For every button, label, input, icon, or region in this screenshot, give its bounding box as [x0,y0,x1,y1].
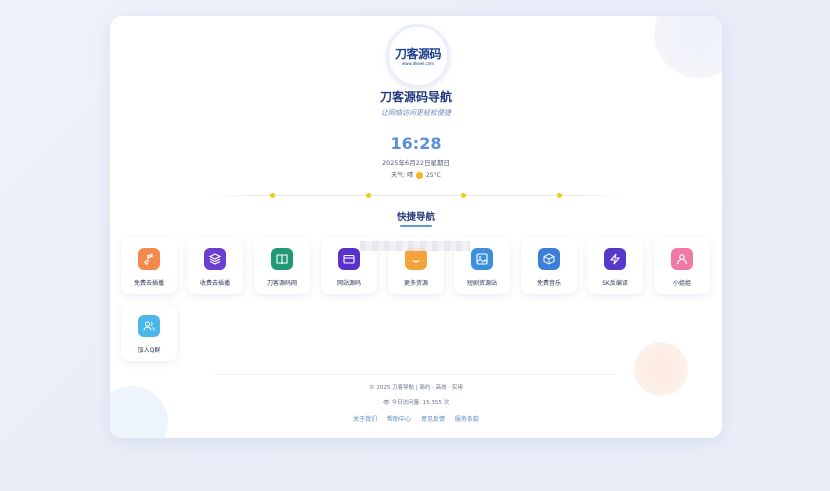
smile-icon [405,248,427,270]
footer-link-terms[interactable]: 服务条款 [455,416,479,423]
logo-text: 刀客源码 [394,47,442,61]
music-note-icon [138,248,160,270]
book-icon [271,248,293,270]
footer-links: 关于我们 帮助中心 意见反馈 服务条款 [110,414,722,423]
clock-time: 16:28 [390,134,442,153]
site-title: 刀客源码导航 [379,90,452,104]
nav-tile[interactable]: 免费去插播 [121,238,177,294]
site-slogan: 让网络访问更轻松便捷 [381,109,451,117]
nav-tile-label: 免费去插播 [133,280,164,287]
nav-tile-label: 网站源码 [336,280,361,287]
section-title-underline [400,225,432,227]
footer-link-feedback[interactable]: 意见反馈 [421,416,445,423]
divider-dot [270,193,275,198]
footer-divider [215,374,615,375]
nav-tile[interactable]: SK反编译 [587,238,643,294]
nav-tile-label: 短剧资源站 [466,280,497,287]
sun-icon [416,172,424,179]
logo-subtext: www.dkewl.com [401,61,435,66]
main-card: 刀客源码 www.dkewl.com 刀客源码导航 让网络访问更轻松便捷 16:… [110,16,722,438]
site-logo[interactable]: 刀客源码 www.dkewl.com [386,24,450,88]
zap-icon [604,248,626,270]
footer-copyright: © 2025 刀客导航 | 简约 · 高效 · 实用 [369,385,463,391]
divider-dot [366,193,371,198]
nav-tile-label: 小姐姐 [672,280,691,287]
footer-link-about[interactable]: 关于我们 [353,416,377,423]
users-icon [138,315,160,337]
nav-tile[interactable]: 小姐姐 [654,238,710,294]
nav-tile-label: 刀客源码网 [266,280,297,287]
weather-condition: 晴 [407,172,414,179]
visits-text: 今日访问量: 15,355 次 [391,400,450,406]
decor-circle [654,16,722,78]
weather-info: 天气: 晴 25°C [110,170,722,179]
section-divider [202,195,630,196]
weather-label: 天气: [391,172,406,179]
user-icon [671,248,693,270]
layers-icon [204,248,226,270]
image-icon [471,248,493,270]
nav-tile[interactable]: 免费音乐 [521,238,577,294]
nav-tile-label: 更多资源 [403,280,428,287]
footer-link-help[interactable]: 帮助中心 [387,416,411,423]
eye-icon: 👁 [382,400,390,406]
nav-tile-label: 收费去插播 [199,280,230,287]
blurred-overlay [360,241,470,251]
divider-dot [557,193,562,198]
nav-tile-label: 加入Q群 [137,347,161,354]
decor-circle [110,386,168,438]
nav-tile[interactable]: 收费去插播 [187,238,243,294]
nav-tile-label: SK反编译 [602,280,628,287]
footer-visits: 👁 今日访问量: 15,355 次 [110,398,722,406]
nav-tile[interactable]: 加入Q群 [121,305,177,361]
divider-dot [461,193,466,198]
clock-date: 2025年6月22日星期日 [382,159,450,167]
wallet-icon [338,248,360,270]
package-icon [538,248,560,270]
nav-tile-label: 免费音乐 [536,280,561,287]
nav-tile[interactable]: 刀客源码网 [254,238,310,294]
section-title: 快捷导航 [396,212,435,223]
weather-temperature: 25°C [425,172,441,179]
